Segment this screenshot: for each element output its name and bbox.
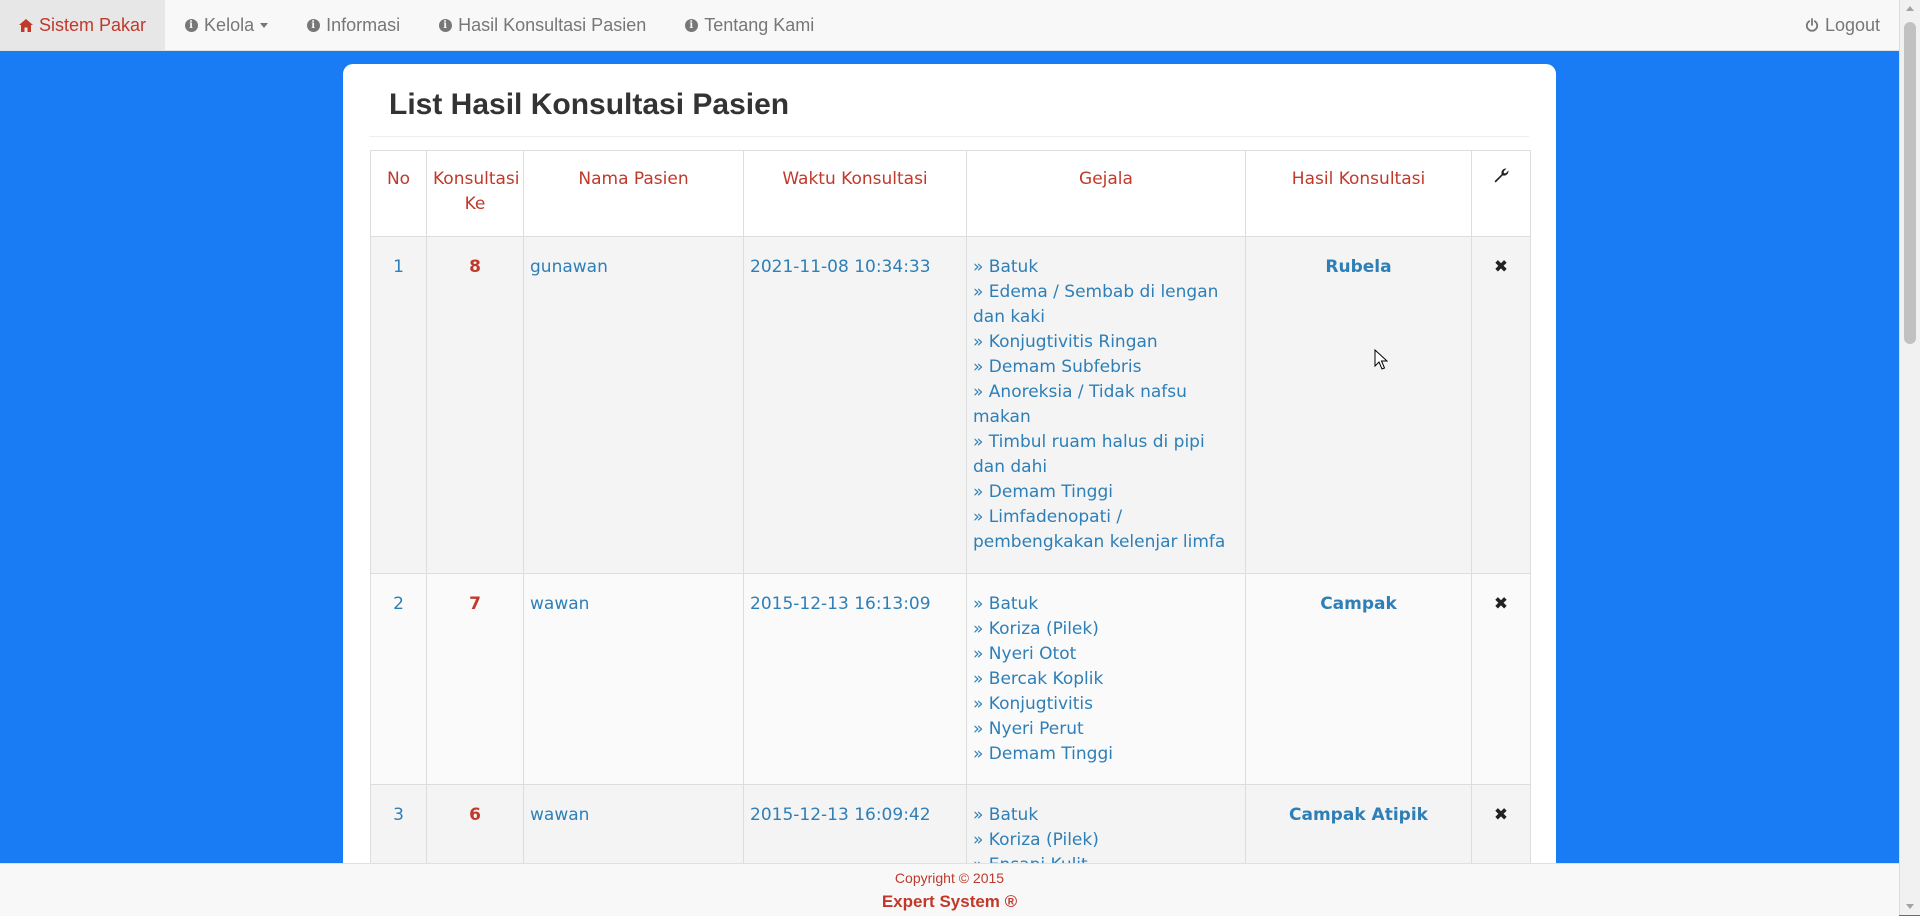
table-row: 1 8 gunawan 2021-11-08 10:34:33 » Batuk … (370, 236, 1531, 574)
header-konsultasi-ke: Konsultasi Ke (426, 150, 524, 237)
gejala-item: » Demam Subfebris (973, 357, 1142, 377)
header-waktu-konsultasi: Waktu Konsultasi (743, 150, 967, 237)
wrench-icon (1493, 168, 1510, 189)
gejala-item: » Batuk (973, 805, 1039, 825)
cell-konsultasi-ke: 8 (426, 236, 524, 574)
gejala-item: » Batuk (973, 594, 1039, 614)
cell-waktu-konsultasi: 2021-11-08 10:34:33 (743, 236, 967, 574)
gejala-item: » Anoreksia / Tidak nafsu makan (973, 382, 1187, 427)
gejala-item: » Nyeri Perut (973, 719, 1084, 739)
nav-item-kelola[interactable]: i Kelola (165, 0, 287, 50)
gejala-item: » Demam Tinggi (973, 744, 1113, 764)
scroll-up-icon[interactable] (1906, 6, 1914, 11)
info-icon: i (184, 18, 198, 32)
logout-label: Logout (1824, 14, 1880, 35)
footer-copyright: Copyright © 2015 (894, 870, 1005, 886)
nav-item-hasil-konsultasi[interactable]: i Hasil Konsultasi Pasien (419, 0, 665, 50)
delete-icon[interactable]: ✖ (1494, 594, 1508, 614)
cell-waktu-konsultasi: 2015-12-13 16:13:09 (743, 573, 967, 785)
cell-actions: ✖ (1471, 573, 1531, 785)
cell-hasil-konsultasi: Rubela (1245, 236, 1472, 574)
gejala-item: » Koriza (Pilek) (973, 830, 1099, 850)
header-konsultasi-ke-line2: Ke (464, 194, 486, 214)
top-navbar: Sistem Pakar i Kelola i Informasi i Hasi… (0, 0, 1899, 51)
gejala-item: » Konjugtivitis Ringan (973, 332, 1158, 352)
gejala-item: » Edema / Sembab di lengan dan kaki (973, 282, 1219, 327)
info-icon: i (684, 18, 698, 32)
caret-down-icon (260, 22, 269, 28)
gejala-item: » Limfadenopati / pembengkakan kelenjar … (973, 507, 1226, 552)
delete-icon[interactable]: ✖ (1494, 257, 1508, 277)
nav-item-label: Hasil Konsultasi Pasien (458, 14, 647, 35)
nav-item-label: Informasi (326, 14, 401, 35)
gejala-item: » Konjugtivitis (973, 694, 1093, 714)
footer-brand: Expert System ® (881, 892, 1018, 911)
nav-item-label: Tentang Kami (704, 14, 815, 35)
info-icon: i (306, 18, 320, 32)
nav-item-tentang-kami[interactable]: i Tentang Kami (665, 0, 833, 50)
header-actions (1471, 150, 1531, 237)
cell-gejala: » Batuk » Edema / Sembab di lengan dan k… (966, 236, 1246, 574)
cell-hasil-konsultasi: Campak (1245, 573, 1472, 785)
cell-no: 1 (370, 236, 427, 574)
gejala-item: » Koriza (Pilek) (973, 619, 1099, 639)
delete-icon[interactable]: ✖ (1494, 805, 1508, 825)
header-konsultasi-ke-line1: Konsultasi (433, 169, 520, 189)
gejala-item: » Batuk (973, 257, 1039, 277)
scroll-down-icon[interactable] (1906, 904, 1914, 909)
header-hasil-konsultasi: Hasil Konsultasi (1245, 150, 1472, 237)
home-icon (19, 18, 33, 32)
power-icon (1805, 18, 1819, 32)
logout-button[interactable]: Logout (1786, 0, 1899, 50)
footer: Copyright © 2015 Expert System ® (0, 863, 1899, 916)
cell-nama-pasien: gunawan (523, 236, 744, 574)
page-title: List Hasil Konsultasi Pasien (389, 88, 790, 121)
info-icon: i (438, 18, 452, 32)
cell-actions: ✖ (1471, 236, 1531, 574)
cell-konsultasi-ke: 7 (426, 573, 524, 785)
title-divider (369, 136, 1529, 137)
scroll-thumb[interactable] (1904, 22, 1916, 344)
results-table: No Konsultasi Ke Nama Pasien Waktu Konsu… (370, 150, 1531, 915)
nav-item-informasi[interactable]: i Informasi (287, 0, 419, 50)
mouse-cursor-icon (1374, 349, 1388, 370)
gejala-item: » Demam Tinggi (973, 482, 1113, 502)
content-panel: List Hasil Konsultasi Pasien No Konsulta… (343, 64, 1556, 915)
cell-nama-pasien: wawan (523, 573, 744, 785)
gejala-item: » Timbul ruam halus di pipi dan dahi (973, 432, 1205, 477)
gejala-item: » Nyeri Otot (973, 644, 1077, 664)
header-no: No (370, 150, 427, 237)
cell-no: 2 (370, 573, 427, 785)
table-row: 2 7 wawan 2015-12-13 16:13:09 » Batuk » … (370, 573, 1531, 785)
cell-gejala: » Batuk » Koriza (Pilek) » Nyeri Otot » … (966, 573, 1246, 785)
table-header-row: No Konsultasi Ke Nama Pasien Waktu Konsu… (370, 150, 1531, 237)
nav-brand-label: Sistem Pakar (39, 14, 147, 35)
header-nama-pasien: Nama Pasien (523, 150, 744, 237)
nav-brand-sistem-pakar[interactable]: Sistem Pakar (0, 0, 166, 50)
gejala-item: » Bercak Koplik (973, 669, 1104, 689)
header-gejala: Gejala (966, 150, 1246, 237)
vertical-scrollbar[interactable] (1899, 0, 1920, 915)
nav-item-label: Kelola (204, 14, 255, 35)
